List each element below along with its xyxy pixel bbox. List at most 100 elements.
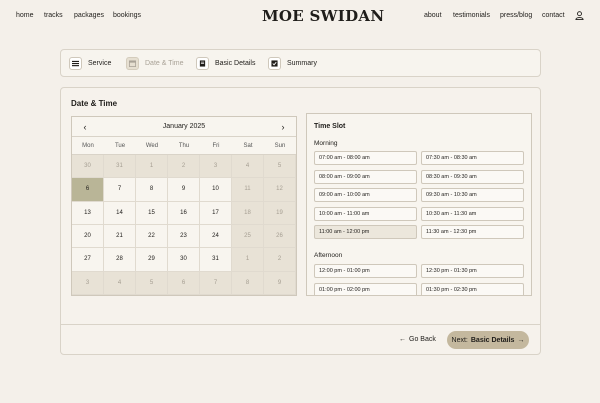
calendar-day[interactable]: 30 (168, 248, 200, 272)
calendar-day: 6 (168, 271, 200, 295)
calendar-day[interactable]: 15 (136, 201, 168, 225)
step-date-time-label: Date & Time (145, 60, 184, 67)
weekday-wed: Wed (145, 143, 159, 149)
calendar-day[interactable]: 16 (168, 201, 200, 225)
next-label: Basic Details (470, 336, 515, 344)
calendar-icon (126, 57, 139, 70)
time-slot-button[interactable]: 07:00 am - 08:00 am (314, 151, 417, 165)
weekday-tue: Tue (114, 143, 126, 149)
time-slot-button[interactable]: 12:00 pm - 01:00 pm (314, 264, 417, 278)
time-slot-button[interactable]: 01:30 pm - 02:30 pm (421, 282, 524, 295)
time-slot-button[interactable]: 07:30 am - 08:30 am (421, 151, 524, 165)
nav-contact[interactable]: contact (542, 12, 565, 19)
nav-about[interactable]: about (424, 12, 442, 19)
time-slot-button[interactable]: 01:00 pm - 02:00 pm (314, 282, 417, 295)
calendar-day[interactable]: 7 (104, 178, 136, 202)
step-service[interactable]: Service (69, 57, 111, 70)
calendar-day: 5 (264, 155, 296, 179)
calendar-day: 2 (168, 155, 200, 179)
user-icon[interactable] (575, 11, 584, 20)
nav-packages[interactable]: packages (74, 12, 104, 19)
calendar-day[interactable]: 10 (200, 178, 232, 202)
weekday-sun: Sun (274, 143, 286, 149)
weekday-thu: Thu (178, 143, 190, 149)
go-back-label: Go Back (409, 336, 436, 343)
time-slot-button[interactable]: 11:30 am - 12:30 pm (421, 225, 524, 239)
calendar-day: 5 (136, 271, 168, 295)
calendar-days: 30 31 1 2 3 4 5 6 7 8 9 10 11 12 13 14 15 16 17 18 19 20 21 22 2… (72, 155, 296, 295)
step-summary-label: Summary (287, 60, 317, 67)
calendar-day: 3 (200, 155, 232, 179)
weekday-header: Mon Tue Wed Thu Fri Sat Sun (72, 138, 296, 155)
calendar-day: 12 (264, 178, 296, 202)
calendar-day: 30 (72, 155, 104, 179)
time-slot-button[interactable]: 12:30 pm - 01:30 pm (421, 264, 524, 278)
calendar-day: 18 (232, 201, 264, 225)
step-date-time[interactable]: Date & Time (126, 57, 184, 70)
date-time-panel: Date & Time ‹ January 2025 › Mon Tue Wed Th… (60, 87, 541, 355)
calendar-day[interactable]: 14 (104, 201, 136, 225)
calendar-day: 19 (264, 201, 296, 225)
calendar-day[interactable]: 21 (104, 225, 136, 249)
calendar-day[interactable]: 24 (200, 225, 232, 249)
nav-bookings[interactable]: bookings (113, 12, 141, 19)
next-prefix: Next: (451, 336, 468, 344)
calendar-day[interactable]: 9 (168, 178, 200, 202)
time-slot-button[interactable]: 10:00 am - 11:00 am (314, 206, 417, 221)
time-slot-button[interactable]: 08:00 am - 09:00 am (314, 169, 417, 184)
chevron-right-icon[interactable]: › (277, 121, 289, 133)
weekday-mon: Mon (82, 143, 94, 149)
calendar-day[interactable]: 13 (72, 201, 104, 225)
time-slot-panel: Time Slot Morning Afternoon 07:00 am - 0… (306, 113, 532, 296)
calendar-day: 1 (136, 155, 168, 179)
calendar-day: 1 (232, 248, 264, 272)
afternoon-label: Afternoon (314, 252, 343, 259)
time-slot-title: Time Slot (314, 123, 346, 130)
nav-home[interactable]: home (16, 12, 34, 19)
nav-press-blog[interactable]: press/blog (500, 12, 532, 19)
calendar-day[interactable]: 20 (72, 225, 104, 249)
go-back-button[interactable]: ← Go Back (399, 336, 436, 343)
check-icon (268, 57, 281, 70)
calendar-day: 2 (264, 248, 296, 272)
next-button[interactable]: Next: Basic Details → (447, 331, 529, 349)
panel-title: Date & Time (71, 99, 118, 108)
time-slot-button[interactable]: 10:30 am - 11:30 am (421, 206, 524, 221)
step-basic-details[interactable]: Basic Details (196, 57, 255, 70)
nav-tracks[interactable]: tracks (44, 12, 63, 19)
calendar-day: 4 (104, 271, 136, 295)
time-slot-button[interactable]: 09:00 am - 10:00 am (314, 188, 417, 202)
calendar-day[interactable]: 29 (136, 248, 168, 272)
step-summary[interactable]: Summary (268, 57, 317, 70)
calendar-day[interactable]: 17 (200, 201, 232, 225)
calendar-day[interactable]: 27 (72, 248, 104, 272)
top-nav: home tracks packages bookings MOE SWIDAN… (0, 0, 600, 32)
time-slot-button[interactable]: 11:00 am - 12:00 pm (314, 225, 417, 239)
calendar-day: 11 (232, 178, 264, 202)
time-slot-button[interactable]: 09:30 am - 10:30 am (421, 188, 524, 202)
calendar: ‹ January 2025 › Mon Tue Wed Thu Fri Sat Sun 3… (71, 116, 297, 296)
calendar-day[interactable]: 22 (136, 225, 168, 249)
calendar-day[interactable]: 31 (200, 248, 232, 272)
calendar-day: 26 (264, 225, 296, 249)
document-icon (196, 57, 209, 70)
calendar-day[interactable]: 8 (136, 178, 168, 202)
arrow-left-icon: ← (399, 336, 406, 343)
calendar-day[interactable]: 28 (104, 248, 136, 272)
calendar-day: 9 (264, 271, 296, 295)
calendar-day: 3 (72, 271, 104, 295)
weekday-fri: Fri (212, 143, 220, 149)
step-basic-details-label: Basic Details (215, 60, 256, 67)
calendar-day: 8 (232, 271, 264, 295)
arrow-right-icon: → (517, 336, 525, 344)
divider (61, 324, 540, 325)
calendar-day: 25 (232, 225, 264, 249)
calendar-day-selected[interactable]: 6 (72, 178, 104, 202)
calendar-day: 31 (104, 155, 136, 179)
calendar-day[interactable]: 23 (168, 225, 200, 249)
logo[interactable]: MOE SWIDAN (262, 7, 384, 25)
time-slot-button[interactable]: 08:30 am - 09:30 am (421, 169, 524, 184)
calendar-day: 4 (232, 155, 264, 179)
nav-testimonials[interactable]: testimonials (453, 12, 490, 19)
step-service-label: Service (88, 60, 112, 67)
